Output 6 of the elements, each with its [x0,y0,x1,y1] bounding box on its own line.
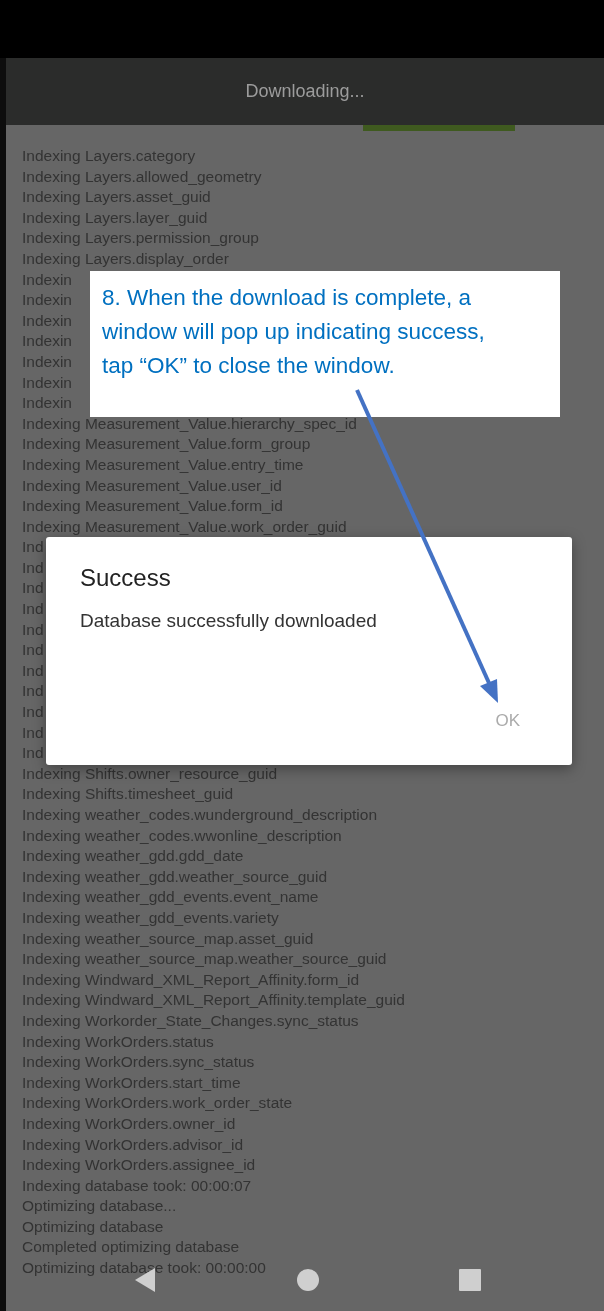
dialog-message: Database successfully downloaded [80,609,378,633]
home-icon[interactable] [297,1269,319,1291]
dialog-title: Success [80,563,172,593]
title: Downloading... [245,81,365,102]
callout-text: 8. When the download is complete, a window will pop up indicating success, tap “OK” to close the window. [102,284,486,380]
ok-button[interactable]: OK [493,707,522,735]
